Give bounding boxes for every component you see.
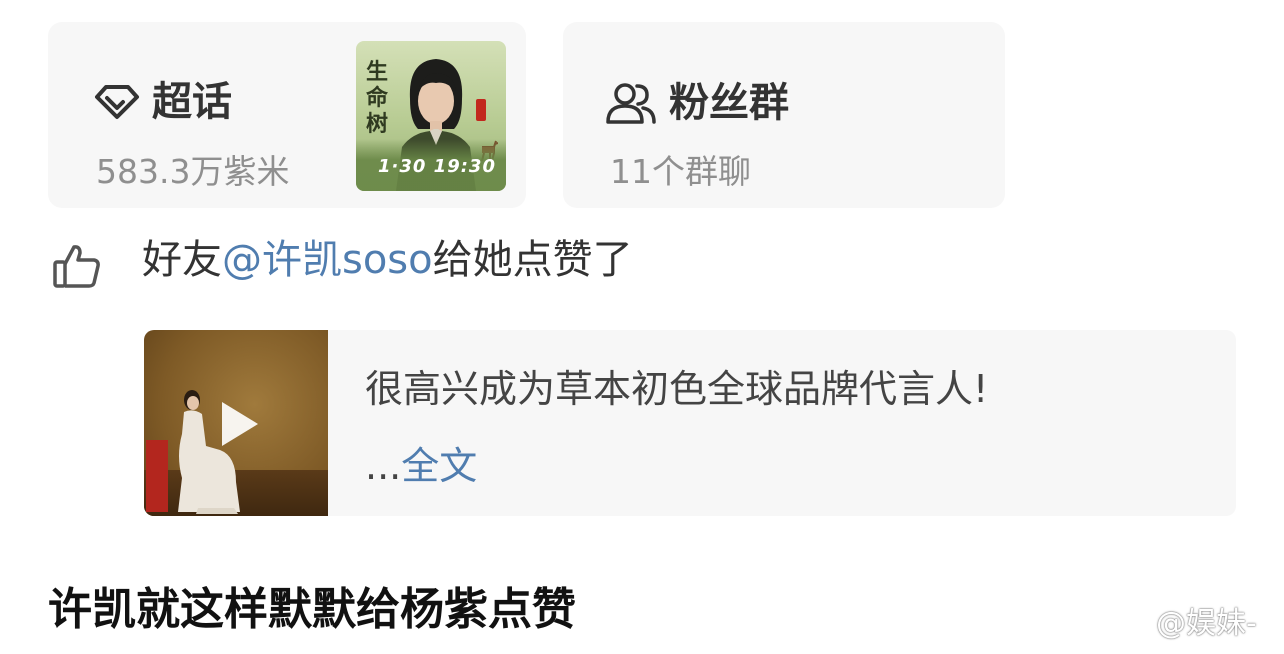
post-more-row: ...全文 [365,447,477,485]
like-notice-suffix: 给她点赞了 [432,237,633,283]
supertopic-count: 583.3万紫米 [96,152,290,191]
poster-date: 1·30 19:30 [378,156,496,177]
thumbs-up-icon [52,243,102,289]
weibo-logo-icon [1108,607,1152,641]
fan-group-count: 11个群聊 [610,152,751,191]
video-thumbnail[interactable] [144,330,328,516]
play-icon[interactable] [222,402,258,446]
watermark-text: @娱妹- [1156,606,1257,641]
liked-post-card[interactable]: 很高兴成为草本初色全球品牌代言人! ...全文 [144,330,1236,516]
supertopic-card[interactable]: 超话 583.3万紫米 生命树 1·30 19:30 [48,22,526,208]
post-ellipsis: ... [365,444,402,488]
friend-mention-link[interactable]: @许凯soso [222,240,433,280]
friend-like-notice: 好友 @许凯soso 给她点赞了 [52,232,633,288]
supertopic-title: 超话 [152,79,232,125]
fan-group-title-row: 粉丝群 [605,82,789,124]
headline-caption: 许凯就这样默默给杨紫点赞 [48,584,576,635]
people-group-icon [605,82,657,124]
fan-group-card[interactable]: 粉丝群 11个群聊 [563,22,1005,208]
post-text: 很高兴成为草本初色全球品牌代言人! [365,367,989,411]
fan-group-title: 粉丝群 [669,80,789,126]
poster-badge [476,99,486,121]
drama-poster-image[interactable]: 生命树 1·30 19:30 [356,41,506,191]
diamond-icon [94,84,140,120]
supertopic-title-row: 超话 [94,82,232,122]
like-notice-prefix: 好友 [142,237,222,283]
full-text-link[interactable]: 全文 [401,444,477,488]
watermark: @娱妹- [1108,607,1257,641]
